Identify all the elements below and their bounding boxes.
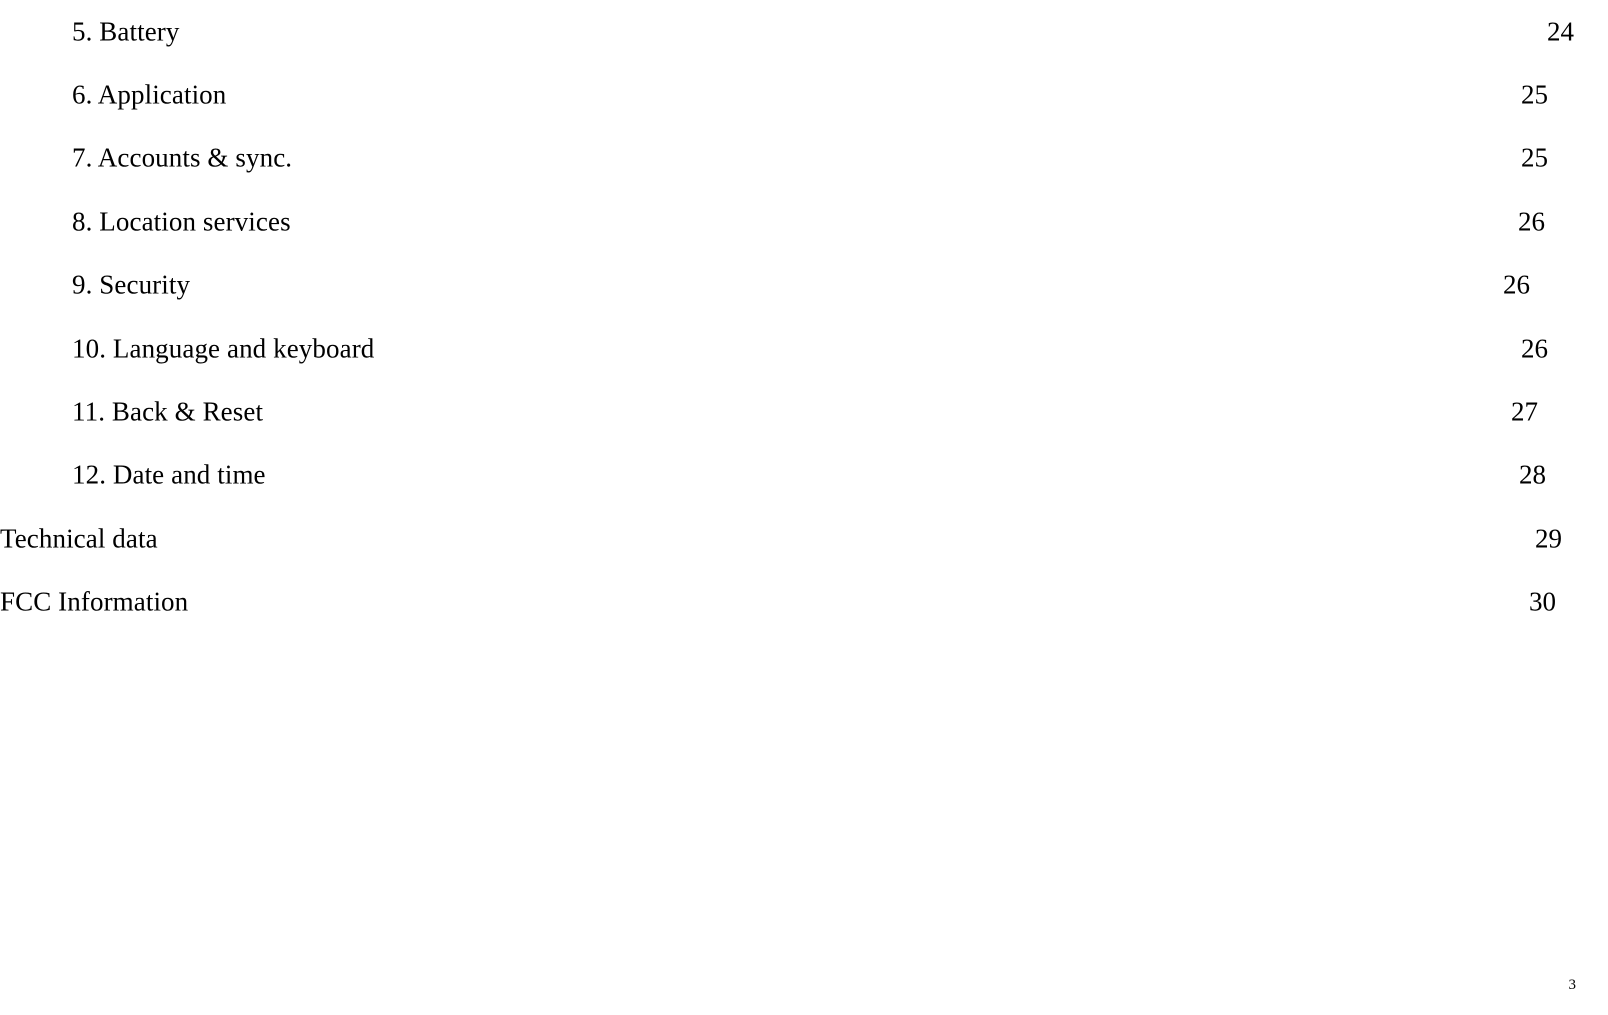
toc-entry-label: FCC Information — [0, 586, 189, 617]
toc-entry-label: 7. Accounts & sync. — [72, 142, 293, 173]
toc-entry-page-number: 26 — [1503, 269, 1530, 300]
toc-entry[interactable]: 12. Date and time 28 — [0, 444, 1608, 507]
toc-entry[interactable]: 9. Security 26 — [0, 254, 1608, 317]
toc-entry-label: 5. Battery — [72, 16, 180, 47]
toc-entry[interactable]: 6. Application 25 — [0, 63, 1608, 126]
toc-entry-label: 10. Language and keyboard — [72, 333, 375, 364]
toc-entry-label: Technical data — [0, 523, 158, 554]
toc-entry-label: 11. Back & Reset — [72, 396, 264, 427]
toc-entry-page-number: 26 — [1521, 333, 1548, 364]
toc-entry[interactable]: 10. Language and keyboard 26 — [0, 317, 1608, 380]
toc-entry-label: 6. Application — [72, 79, 227, 110]
toc-entry-page-number: 25 — [1521, 142, 1548, 173]
toc-entry[interactable]: 11. Back & Reset 27 — [0, 380, 1608, 443]
toc-entry[interactable]: Technical data 29 — [0, 507, 1608, 570]
toc-entry-label: 8. Location services — [72, 206, 291, 237]
toc-entry[interactable]: 7. Accounts & sync. 25 — [0, 127, 1608, 190]
toc-entry-label: 12. Date and time — [72, 459, 266, 490]
toc-entry[interactable]: 8. Location services 26 — [0, 190, 1608, 253]
toc-entry-page-number: 25 — [1521, 79, 1548, 110]
table-of-contents: 5. Battery 24 6. Application 25 7. Accounts … — [0, 0, 1608, 634]
toc-entry[interactable]: FCC Information 30 — [0, 571, 1608, 634]
toc-entry-page-number: 28 — [1519, 459, 1546, 490]
toc-entry-page-number: 26 — [1518, 206, 1545, 237]
toc-entry-page-number: 27 — [1511, 396, 1538, 427]
footer-page-number: 3 — [1568, 977, 1577, 993]
toc-entry-page-number: 24 — [1547, 16, 1574, 47]
toc-entry-label: 9. Security — [72, 269, 191, 300]
toc-entry[interactable]: 5. Battery 24 — [0, 0, 1608, 63]
toc-entry-page-number: 29 — [1535, 523, 1562, 554]
toc-entry-page-number: 30 — [1529, 586, 1556, 617]
document-page: 5. Battery 24 6. Application 25 7. Accounts … — [0, 0, 1608, 1015]
